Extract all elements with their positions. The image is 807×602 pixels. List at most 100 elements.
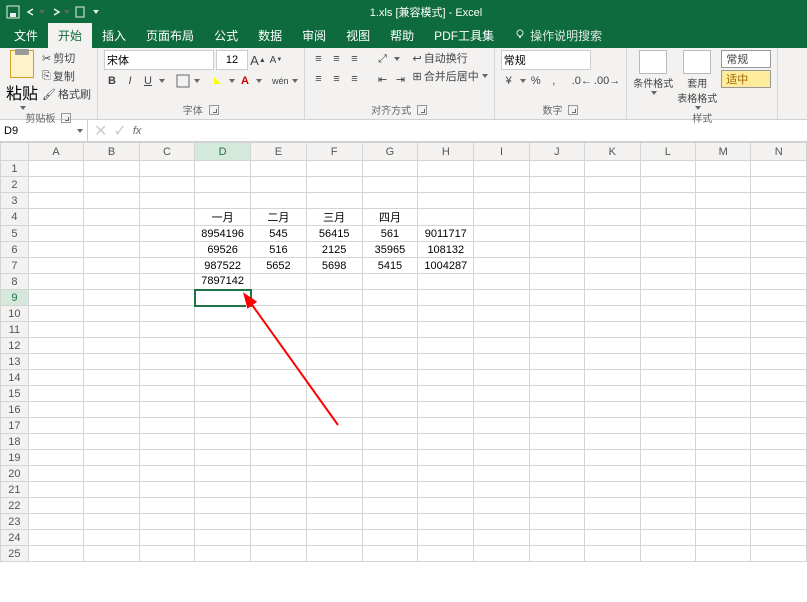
cell-B6[interactable]: [84, 242, 139, 258]
cell-A5[interactable]: [28, 226, 83, 242]
cell-C14[interactable]: [139, 370, 194, 386]
row-header-23[interactable]: 23: [1, 514, 29, 530]
cell-D22[interactable]: [195, 498, 251, 514]
cell-A13[interactable]: [28, 354, 83, 370]
cell-F7[interactable]: 5698: [306, 258, 362, 274]
cell-N25[interactable]: [751, 546, 807, 562]
cell-F15[interactable]: [306, 386, 362, 402]
cell-J18[interactable]: [529, 434, 584, 450]
cell-H23[interactable]: [418, 514, 474, 530]
cell-J23[interactable]: [529, 514, 584, 530]
cell-K22[interactable]: [585, 498, 640, 514]
cell-A9[interactable]: [28, 290, 83, 306]
col-header-G[interactable]: G: [362, 143, 418, 161]
cell-C19[interactable]: [139, 450, 194, 466]
cell-G18[interactable]: [362, 434, 418, 450]
cell-G24[interactable]: [362, 530, 418, 546]
cell-A10[interactable]: [28, 306, 83, 322]
row-header-19[interactable]: 19: [1, 450, 29, 466]
cell-K20[interactable]: [585, 466, 640, 482]
cell-H24[interactable]: [418, 530, 474, 546]
cell-C10[interactable]: [139, 306, 194, 322]
row-header-12[interactable]: 12: [1, 338, 29, 354]
cell-C15[interactable]: [139, 386, 194, 402]
col-header-F[interactable]: F: [306, 143, 362, 161]
cell-I15[interactable]: [474, 386, 529, 402]
cell-G8[interactable]: [362, 274, 418, 290]
font-name-select[interactable]: [104, 50, 214, 70]
cell-H11[interactable]: [418, 322, 474, 338]
cell-C7[interactable]: [139, 258, 194, 274]
decrease-font-button[interactable]: A▼: [268, 51, 284, 69]
cell-J6[interactable]: [529, 242, 584, 258]
clipboard-launcher[interactable]: [61, 113, 71, 123]
cell-C1[interactable]: [139, 161, 194, 177]
cell-A3[interactable]: [28, 193, 83, 209]
cell-E19[interactable]: [251, 450, 307, 466]
cell-L2[interactable]: [640, 177, 695, 193]
qat-more-icon[interactable]: [74, 5, 88, 19]
cell-K18[interactable]: [585, 434, 640, 450]
cell-L19[interactable]: [640, 450, 695, 466]
cell-B1[interactable]: [84, 161, 139, 177]
cell-H21[interactable]: [418, 482, 474, 498]
cell-J9[interactable]: [529, 290, 584, 306]
tell-me-search[interactable]: 操作说明搜索: [504, 23, 612, 48]
align-right-button[interactable]: ≡: [347, 70, 363, 88]
cell-E12[interactable]: [251, 338, 307, 354]
row-header-18[interactable]: 18: [1, 434, 29, 450]
name-box[interactable]: D9: [0, 120, 88, 141]
cell-A17[interactable]: [28, 418, 83, 434]
cell-G6[interactable]: 35965: [362, 242, 418, 258]
cell-C5[interactable]: [139, 226, 194, 242]
cell-N24[interactable]: [751, 530, 807, 546]
cell-I2[interactable]: [474, 177, 529, 193]
cell-J13[interactable]: [529, 354, 584, 370]
cell-L18[interactable]: [640, 434, 695, 450]
cell-N18[interactable]: [751, 434, 807, 450]
cell-I4[interactable]: [474, 209, 529, 226]
cell-E20[interactable]: [251, 466, 307, 482]
cell-E25[interactable]: [251, 546, 307, 562]
cell-K7[interactable]: [585, 258, 640, 274]
cell-M11[interactable]: [695, 322, 750, 338]
cell-L22[interactable]: [640, 498, 695, 514]
cell-J1[interactable]: [529, 161, 584, 177]
cell-K25[interactable]: [585, 546, 640, 562]
row-header-11[interactable]: 11: [1, 322, 29, 338]
cell-L23[interactable]: [640, 514, 695, 530]
cell-E11[interactable]: [251, 322, 307, 338]
row-header-7[interactable]: 7: [1, 258, 29, 274]
cell-I6[interactable]: [474, 242, 529, 258]
cell-B21[interactable]: [84, 482, 139, 498]
cell-M19[interactable]: [695, 450, 750, 466]
cell-G9[interactable]: [362, 290, 418, 306]
tab-insert[interactable]: 插入: [92, 23, 136, 48]
cell-E3[interactable]: [251, 193, 307, 209]
cell-D25[interactable]: [195, 546, 251, 562]
cell-H7[interactable]: 1004287: [418, 258, 474, 274]
cell-L24[interactable]: [640, 530, 695, 546]
cell-B3[interactable]: [84, 193, 139, 209]
cell-N21[interactable]: [751, 482, 807, 498]
phonetic-button[interactable]: wén: [272, 72, 289, 90]
undo-icon[interactable]: [24, 5, 45, 19]
cell-K5[interactable]: [585, 226, 640, 242]
cell-H18[interactable]: [418, 434, 474, 450]
align-bottom-button[interactable]: ≡: [347, 50, 363, 68]
cell-A19[interactable]: [28, 450, 83, 466]
conditional-format-button[interactable]: 条件格式: [633, 50, 673, 95]
cell-C13[interactable]: [139, 354, 194, 370]
cell-I9[interactable]: [474, 290, 529, 306]
cell-H4[interactable]: [418, 209, 474, 226]
cell-J25[interactable]: [529, 546, 584, 562]
cell-D9[interactable]: [195, 290, 251, 306]
cell-E4[interactable]: 二月: [251, 209, 307, 226]
cell-N15[interactable]: [751, 386, 807, 402]
number-launcher[interactable]: [568, 105, 578, 115]
cell-L8[interactable]: [640, 274, 695, 290]
cell-I10[interactable]: [474, 306, 529, 322]
cell-F11[interactable]: [306, 322, 362, 338]
font-launcher[interactable]: [209, 105, 219, 115]
cell-E2[interactable]: [251, 177, 307, 193]
